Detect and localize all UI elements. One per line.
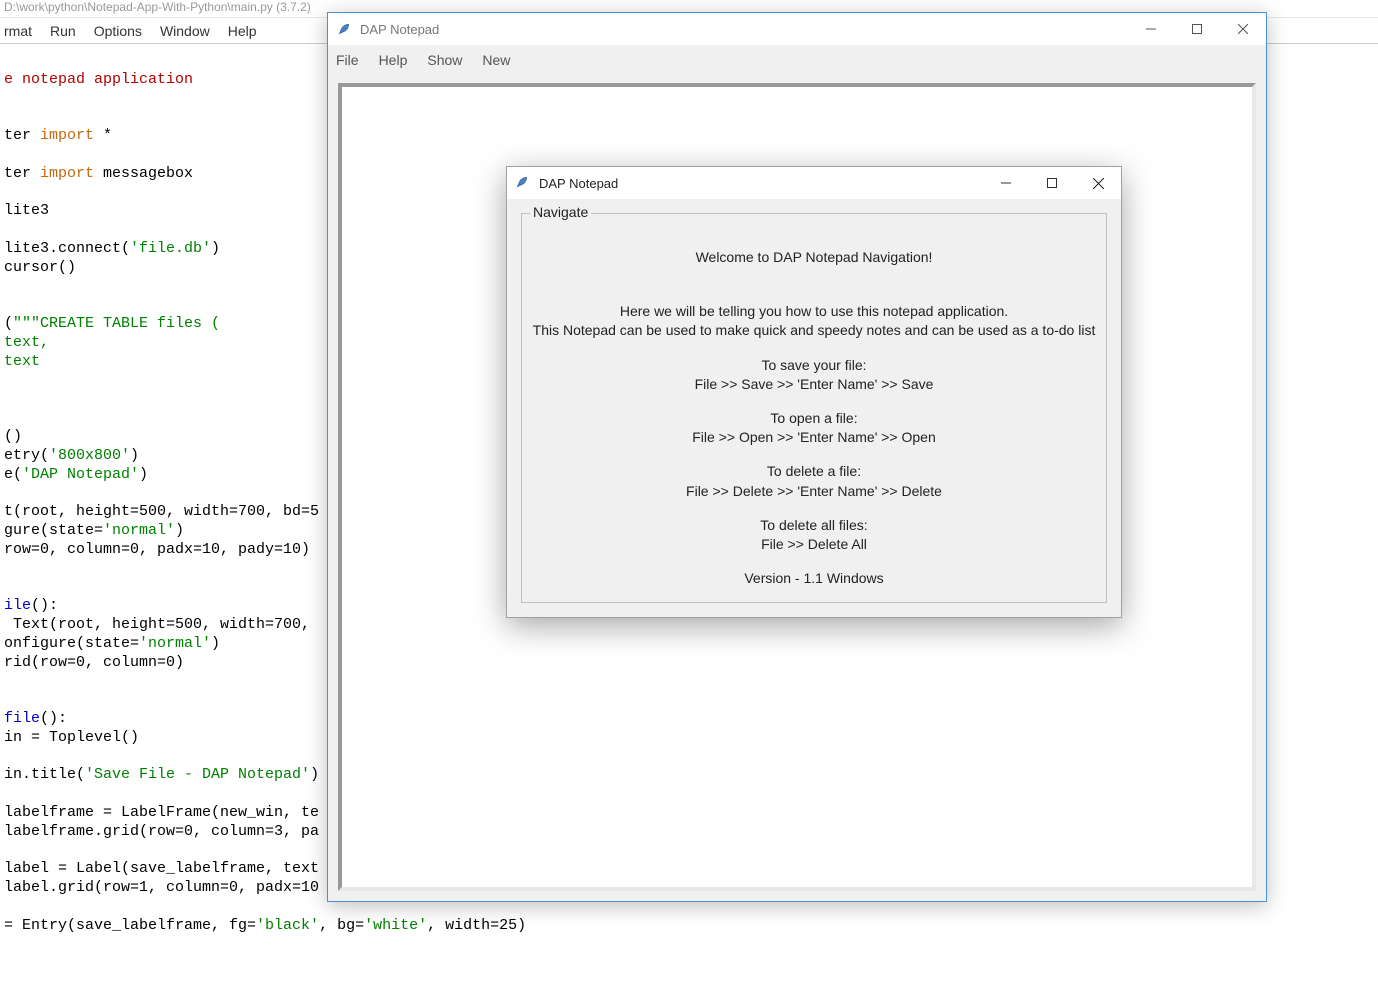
code-line: ()	[4, 428, 22, 445]
menu-new[interactable]: New	[482, 52, 510, 68]
nav-delete-text: File >> Delete >> 'Enter Name' >> Delete	[530, 482, 1098, 500]
nav-save-heading: To save your file:	[530, 356, 1098, 374]
code-line: e notepad application	[4, 71, 193, 88]
code-line: ter	[4, 165, 40, 182]
code-line: e(	[4, 466, 22, 483]
code-line: )	[130, 447, 139, 464]
code-line: onfigure(state=	[4, 635, 139, 652]
close-button[interactable]	[1075, 167, 1121, 199]
menu-show[interactable]: Show	[427, 52, 462, 68]
dap-titlebar[interactable]: DAP Notepad	[328, 13, 1266, 45]
code-line: in.title(	[4, 766, 85, 783]
minimize-button[interactable]	[983, 167, 1029, 199]
code-line: (	[4, 315, 13, 332]
code-line: cursor()	[4, 259, 76, 276]
code-line: *	[94, 127, 112, 144]
code-line: label.grid(row=1, column=0, padx=10	[4, 879, 319, 896]
nav-welcome: Welcome to DAP Notepad Navigation!	[530, 248, 1098, 266]
code-line: lite3	[4, 202, 49, 219]
code-line: label = Label(save_labelframe, text	[4, 860, 319, 877]
code-line: ():	[31, 597, 58, 614]
nav-body: Navigate Welcome to DAP Notepad Navigati…	[507, 199, 1121, 617]
code-string: 'Save File - DAP Notepad'	[85, 766, 310, 783]
code-line: gure(state=	[4, 522, 103, 539]
code-string: 'normal'	[139, 635, 211, 652]
feather-icon	[336, 21, 352, 37]
window-controls	[1128, 13, 1266, 45]
ide-menu-format[interactable]: rmat	[4, 23, 32, 39]
maximize-button[interactable]	[1174, 13, 1220, 45]
ide-menu-window[interactable]: Window	[160, 23, 210, 39]
nav-intro-1: Here we will be telling you how to use t…	[530, 302, 1098, 320]
nav-title: DAP Notepad	[539, 176, 983, 191]
code-line: )	[175, 522, 184, 539]
code-def: ile	[4, 597, 31, 614]
navigate-dialog: DAP Notepad Navigate Welcome to DAP Note…	[506, 166, 1122, 618]
code-line: )	[211, 635, 220, 652]
code-line: Text(root, height=500, width=700,	[4, 616, 310, 633]
code-line: )	[211, 240, 220, 257]
code-line: , bg=	[319, 917, 364, 934]
code-string: 'normal'	[103, 522, 175, 539]
code-line: etry(	[4, 447, 49, 464]
nav-open-heading: To open a file:	[530, 409, 1098, 427]
nav-deleteall-text: File >> Delete All	[530, 535, 1098, 553]
code-string: 'black'	[256, 917, 319, 934]
nav-delete-heading: To delete a file:	[530, 462, 1098, 480]
code-line: t(root, height=500, width=700, bd=5	[4, 503, 319, 520]
code-string: text,	[4, 334, 49, 351]
code-line: = Entry(save_labelframe, fg=	[4, 917, 256, 934]
nav-deleteall-heading: To delete all files:	[530, 516, 1098, 534]
nav-content: Welcome to DAP Notepad Navigation! Here …	[530, 248, 1098, 587]
dap-menubar: File Help Show New	[328, 45, 1266, 73]
code-line: )	[310, 766, 319, 783]
code-line: , width=25)	[427, 917, 526, 934]
feather-icon	[515, 175, 531, 191]
maximize-button[interactable]	[1029, 167, 1075, 199]
dap-title: DAP Notepad	[360, 22, 1128, 37]
code-def: file	[4, 710, 40, 727]
ide-menu-help[interactable]: Help	[228, 23, 257, 39]
code-keyword: import	[40, 127, 94, 144]
code-line: ter	[4, 127, 40, 144]
ide-menu-options[interactable]: Options	[94, 23, 142, 39]
code-line: labelframe.grid(row=0, column=3, pa	[4, 823, 319, 840]
code-line: messagebox	[94, 165, 193, 182]
menu-file[interactable]: File	[336, 52, 359, 68]
menu-help[interactable]: Help	[379, 52, 408, 68]
code-string: '800x800'	[49, 447, 130, 464]
code-string: """CREATE TABLE files (	[13, 315, 220, 332]
code-string: 'white'	[364, 917, 427, 934]
code-line: lite3.connect(	[4, 240, 130, 257]
code-string: 'file.db'	[130, 240, 211, 257]
nav-intro-2: This Notepad can be used to make quick a…	[530, 321, 1098, 339]
code-line: ():	[40, 710, 67, 727]
code-keyword: import	[40, 165, 94, 182]
nav-titlebar[interactable]: DAP Notepad	[507, 167, 1121, 199]
navigate-labelframe: Navigate Welcome to DAP Notepad Navigati…	[521, 213, 1107, 603]
code-line: in = Toplevel()	[4, 729, 139, 746]
minimize-button[interactable]	[1128, 13, 1174, 45]
code-line: row=0, column=0, padx=10, pady=10)	[4, 541, 310, 558]
labelframe-legend: Navigate	[530, 204, 591, 220]
nav-version: Version - 1.1 Windows	[530, 569, 1098, 587]
code-string: 'DAP Notepad'	[22, 466, 139, 483]
nav-open-text: File >> Open >> 'Enter Name' >> Open	[530, 428, 1098, 446]
nav-save-text: File >> Save >> 'Enter Name' >> Save	[530, 375, 1098, 393]
window-controls	[983, 167, 1121, 199]
code-line: labelframe = LabelFrame(new_win, te	[4, 804, 319, 821]
close-button[interactable]	[1220, 13, 1266, 45]
code-string: text	[4, 353, 40, 370]
code-line: )	[139, 466, 148, 483]
ide-menu-run[interactable]: Run	[50, 23, 76, 39]
code-line: rid(row=0, column=0)	[4, 654, 184, 671]
